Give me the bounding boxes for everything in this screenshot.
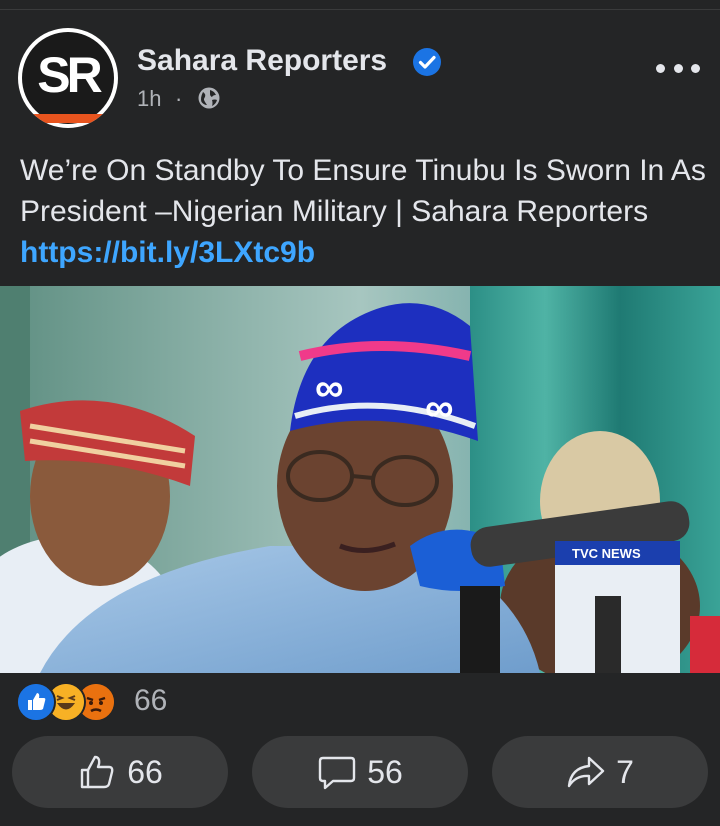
post-actions: 66 56 7: [0, 736, 720, 808]
like-count: 66: [127, 753, 163, 790]
more-dot: [673, 63, 683, 73]
avatar-logo: SR: [22, 32, 114, 124]
like-icon: [16, 682, 56, 722]
photo-badge-text: TVC NEWS: [572, 546, 641, 561]
thumbs-up-icon: [81, 755, 114, 789]
news-photo-illustration: ∞ ∞ TVC NEWS: [0, 286, 720, 673]
share-arrow-icon: [567, 756, 605, 788]
comment-count: 56: [367, 753, 403, 790]
like-button[interactable]: 66: [12, 736, 228, 808]
post-photo[interactable]: ∞ ∞ TVC NEWS: [0, 286, 720, 673]
post-caption: We’re On Standby To Ensure Tinubu Is Swo…: [20, 150, 710, 273]
more-options-icon[interactable]: [656, 60, 700, 76]
more-dot: [691, 63, 700, 73]
reaction-count: 66: [134, 684, 168, 717]
more-dot: [656, 63, 665, 73]
share-count: 7: [616, 753, 634, 790]
post-meta: 1h ·: [137, 86, 220, 112]
avatar-logo-bar: [32, 114, 104, 123]
comment-bubble-icon: [319, 756, 356, 790]
svg-text:∞: ∞: [315, 366, 344, 410]
top-divider: [0, 9, 720, 10]
page-name[interactable]: Sahara Reporters: [137, 44, 387, 78]
meta-separator: ·: [175, 86, 183, 111]
caption-text: We’re On Standby To Ensure Tinubu Is Swo…: [20, 154, 706, 228]
comment-button[interactable]: 56: [252, 736, 468, 808]
share-button[interactable]: 7: [492, 736, 708, 808]
svg-text:∞: ∞: [425, 386, 454, 430]
verified-badge-icon: [413, 48, 441, 76]
globe-icon: [198, 87, 220, 109]
post-time[interactable]: 1h: [137, 86, 161, 111]
avatar-initials: SR: [37, 47, 102, 103]
post-header: SR Sahara Reporters 1h ·: [0, 22, 720, 132]
caption-link[interactable]: https://bit.ly/3LXtc9b: [20, 236, 315, 269]
avatar[interactable]: SR: [18, 28, 118, 128]
